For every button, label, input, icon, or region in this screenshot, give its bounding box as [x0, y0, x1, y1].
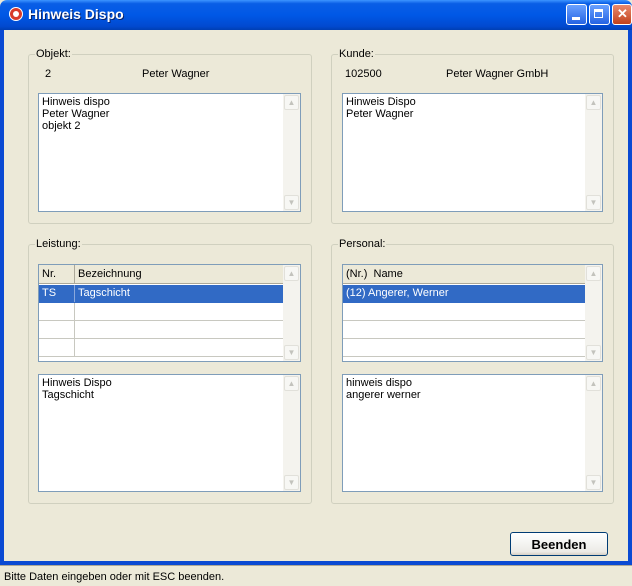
cell-name: (12) Angerer, Werner — [346, 287, 449, 299]
cell-bezeichnung — [75, 339, 285, 356]
leistung-table-scrollbar[interactable]: ▲ ▼ — [283, 265, 300, 361]
leistung-table-header: Nr. Bezeichnung — [39, 265, 283, 284]
status-text: Bitte Daten eingeben oder mit ESC beende… — [4, 571, 225, 583]
cell-bezeichnung: Tagschicht — [78, 287, 130, 299]
scroll-up-arrow-icon[interactable]: ▲ — [586, 376, 601, 391]
leistung-note-scrollbar[interactable]: ▲ ▼ — [283, 375, 300, 491]
close-icon[interactable] — [612, 4, 632, 25]
scroll-down-arrow-icon[interactable]: ▼ — [284, 195, 299, 210]
title-bar[interactable]: Hinweis Dispo — [0, 0, 632, 30]
personal-note-text: hinweis dispo angerer werner — [346, 377, 421, 401]
table-row[interactable] — [343, 321, 585, 339]
personal-note-textarea[interactable]: hinweis dispo angerer werner ▲ ▼ — [342, 374, 603, 492]
personal-note-scrollbar[interactable]: ▲ ▼ — [585, 375, 602, 491]
table-row[interactable] — [343, 339, 585, 357]
cell-nr — [39, 321, 75, 338]
maximize-icon[interactable] — [589, 4, 610, 25]
table-row[interactable] — [343, 303, 585, 321]
kunde-note-text: Hinweis Dispo Peter Wagner — [346, 96, 416, 120]
table-row[interactable] — [39, 303, 283, 321]
window-frame-right — [628, 30, 632, 563]
cell-bezeichnung — [75, 303, 285, 320]
table-row[interactable] — [39, 339, 283, 357]
scroll-up-arrow-icon[interactable]: ▲ — [284, 376, 299, 391]
table-row[interactable]: (12) Angerer, Werner — [343, 285, 585, 303]
scroll-up-arrow-icon[interactable]: ▲ — [284, 266, 299, 281]
beenden-button[interactable]: Beenden — [510, 532, 608, 556]
kunde-number: 102500 — [345, 68, 382, 80]
cell-bezeichnung — [75, 321, 285, 338]
table-row[interactable] — [39, 321, 283, 339]
objekt-legend: Objekt: — [36, 48, 71, 60]
app-icon[interactable] — [9, 7, 23, 21]
scroll-down-arrow-icon[interactable]: ▼ — [586, 195, 601, 210]
window-frame-left — [0, 30, 4, 563]
cell-nr — [39, 303, 75, 320]
cell-name — [343, 303, 587, 320]
cell-name — [343, 339, 587, 356]
leistung-table[interactable]: Nr. Bezeichnung TS Tagschicht ▲ ▼ — [38, 264, 301, 362]
personal-table-header: (Nr.) Name — [343, 265, 585, 284]
status-bar: Bitte Daten eingeben oder mit ESC beende… — [0, 565, 632, 586]
kunde-note-scrollbar[interactable]: ▲ ▼ — [585, 94, 602, 211]
personal-legend: Personal: — [339, 238, 386, 250]
column-header-bezeichnung[interactable]: Bezeichnung — [75, 265, 285, 283]
objekt-name: Peter Wagner — [142, 68, 210, 80]
minimize-icon[interactable] — [566, 4, 587, 25]
cell-nr: TS — [39, 285, 75, 302]
scroll-down-arrow-icon[interactable]: ▼ — [284, 475, 299, 490]
scroll-down-arrow-icon[interactable]: ▼ — [586, 475, 601, 490]
kunde-legend: Kunde: — [339, 48, 374, 60]
column-header-nr[interactable]: Nr. — [39, 265, 75, 283]
cell-name — [343, 321, 587, 338]
objekt-note-textarea[interactable]: Hinweis dispo Peter Wagner objekt 2 ▲ ▼ — [38, 93, 301, 212]
cell-nr — [39, 339, 75, 356]
personal-table[interactable]: (Nr.) Name (12) Angerer, Werner ▲ ▼ — [342, 264, 603, 362]
leistung-note-textarea[interactable]: Hinweis Dispo Tagschicht ▲ ▼ — [38, 374, 301, 492]
scroll-up-arrow-icon[interactable]: ▲ — [586, 266, 601, 281]
kunde-note-textarea[interactable]: Hinweis Dispo Peter Wagner ▲ ▼ — [342, 93, 603, 212]
leistung-note-text: Hinweis Dispo Tagschicht — [42, 377, 112, 401]
scroll-up-arrow-icon[interactable]: ▲ — [284, 95, 299, 110]
leistung-legend: Leistung: — [36, 238, 81, 250]
objekt-note-scrollbar[interactable]: ▲ ▼ — [283, 94, 300, 211]
scroll-down-arrow-icon[interactable]: ▼ — [284, 345, 299, 360]
column-header-name[interactable]: (Nr.) Name — [343, 265, 587, 283]
table-row[interactable]: TS Tagschicht — [39, 285, 283, 303]
scroll-down-arrow-icon[interactable]: ▼ — [586, 345, 601, 360]
kunde-name: Peter Wagner GmbH — [446, 68, 549, 80]
personal-table-scrollbar[interactable]: ▲ ▼ — [585, 265, 602, 361]
objekt-number: 2 — [45, 68, 52, 80]
window-title: Hinweis Dispo — [28, 6, 124, 22]
scroll-up-arrow-icon[interactable]: ▲ — [586, 95, 601, 110]
objekt-note-text: Hinweis dispo Peter Wagner objekt 2 — [42, 96, 110, 132]
